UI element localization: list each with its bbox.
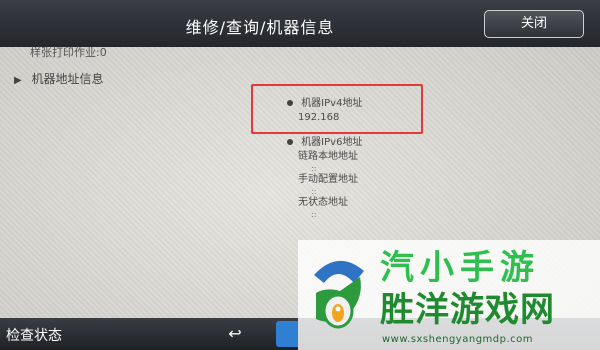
close-button[interactable]: 关闭 bbox=[484, 10, 584, 38]
stateless-value: :: bbox=[311, 210, 317, 219]
link-local-value: :: bbox=[311, 164, 317, 173]
back-arrow-icon[interactable]: ↩ bbox=[200, 321, 270, 347]
expand-arrow-icon: ▶ bbox=[14, 75, 22, 86]
ipv6-label: 机器IPv6地址 bbox=[301, 137, 363, 148]
watermark-logo-icon bbox=[314, 260, 364, 329]
ipv6-info: 机器IPv6地址 链路本地地址 :: 手动配置地址 :: 无状态地址 :: bbox=[287, 136, 362, 219]
watermark-url: www.sxshengyangmdp.com bbox=[382, 334, 534, 345]
header-bar: 维修/查询/机器信息 关闭 bbox=[0, 0, 600, 47]
link-local-label: 链路本地地址 bbox=[298, 151, 358, 162]
highlight-box bbox=[251, 84, 423, 134]
scroll-tab[interactable] bbox=[276, 321, 298, 347]
section-machine-address[interactable]: ▶ 机器地址信息 bbox=[14, 70, 104, 87]
stateless-label: 无状态地址 bbox=[298, 197, 348, 208]
manual-config-label: 手动配置地址 bbox=[298, 174, 358, 185]
check-status-button[interactable]: 检查状态 bbox=[6, 325, 62, 345]
printer-screen: 维修/查询/机器信息 关闭 样张打印作业:0 ▶ 机器地址信息 机器IPv4地址… bbox=[0, 0, 600, 350]
section-label: 机器地址信息 bbox=[31, 72, 104, 86]
watermark-title: 胜洋游戏网 bbox=[380, 290, 555, 330]
bullet-icon bbox=[287, 139, 293, 145]
page-title: 维修/查询/机器信息 bbox=[185, 18, 335, 37]
sample-print-job-row: 样张打印作业:0 bbox=[30, 46, 107, 59]
watermark-top-text: 汽小手游 bbox=[380, 248, 540, 282]
manual-config-value: :: bbox=[311, 187, 317, 196]
